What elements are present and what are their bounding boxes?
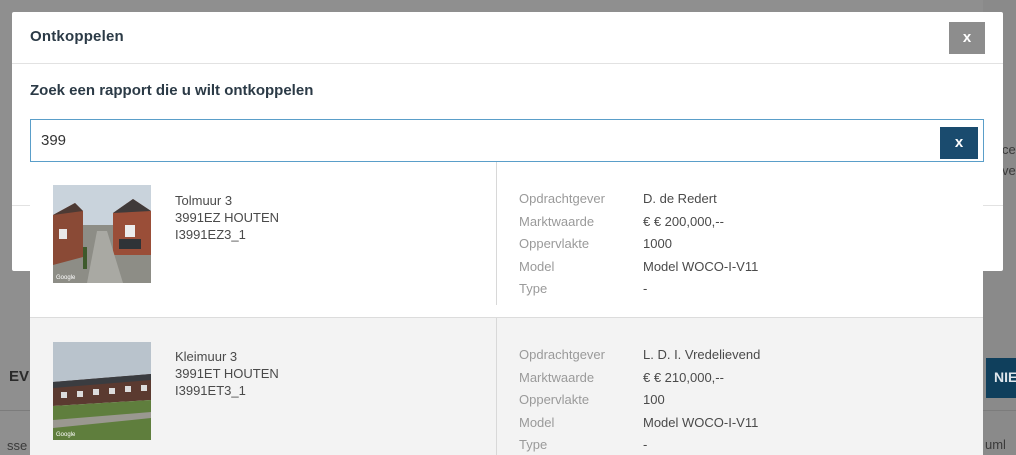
property-photo: Google <box>53 342 151 440</box>
result-item[interactable]: Google Tolmuur 3 3991EZ HOUTEN I3991EZ3_… <box>30 162 983 318</box>
result-details: Opdrachtgever D. de Redert Marktwaarde € €… <box>519 188 758 301</box>
background-text: sse <box>7 438 28 453</box>
background-new-button: NIE <box>986 358 1016 398</box>
area-label: Oppervlakte <box>519 392 590 407</box>
model-value: Model WOCO-I-V11 <box>643 258 759 274</box>
result-city: 3991EZ HOUTEN <box>175 210 280 225</box>
google-watermark: Google <box>56 275 76 281</box>
report-search-box: x <box>30 119 984 162</box>
model-label: Model <box>519 258 555 274</box>
result-details: Opdrachtgever L. D. I. Vredelievend Markt… <box>519 344 760 455</box>
result-divider <box>496 162 497 305</box>
search-results-list: Google Tolmuur 3 3991EZ HOUTEN I3991EZ3_… <box>30 162 983 455</box>
dialog-subtitle: Zoek een rapport die u wilt ontkoppelen <box>30 82 314 99</box>
market-value-label: Marktwaarde <box>519 213 595 229</box>
background-text: ve <box>1002 163 1016 178</box>
type-value: - <box>643 281 648 296</box>
result-address: Kleimuur 3 3991ET HOUTEN I3991ET3_1 <box>175 348 279 399</box>
result-city: 3991ET HOUTEN <box>175 366 279 381</box>
dialog-title: Ontkoppelen <box>30 28 124 45</box>
google-watermark: Google <box>56 432 76 438</box>
model-label: Model <box>519 414 555 430</box>
result-divider <box>496 318 497 455</box>
background-text: ce <box>1002 142 1016 157</box>
market-value: € € 200,000,-- <box>643 213 724 229</box>
result-street: Kleimuur 3 <box>175 349 238 364</box>
result-code: I3991EZ3_1 <box>175 227 246 242</box>
area-value: 1000 <box>643 236 672 251</box>
area-label: Oppervlakte <box>519 236 590 251</box>
result-street: Tolmuur 3 <box>175 193 233 208</box>
client-value: D. de Redert <box>643 191 717 206</box>
background-text: uml <box>985 437 1006 452</box>
background-heading: EV <box>9 368 30 385</box>
market-value: € € 210,000,-- <box>643 369 724 385</box>
market-value-label: Marktwaarde <box>519 369 595 385</box>
client-label: Opdrachtgever <box>519 347 605 362</box>
close-button[interactable]: x <box>949 22 985 54</box>
type-label: Type <box>519 437 548 452</box>
dialog-header: Ontkoppelen x <box>12 12 1003 64</box>
client-value: L. D. I. Vredelievend <box>643 347 761 362</box>
result-address: Tolmuur 3 3991EZ HOUTEN I3991EZ3_1 <box>175 192 279 243</box>
type-label: Type <box>519 281 548 296</box>
type-value: - <box>643 437 648 452</box>
area-value: 100 <box>643 392 665 407</box>
clear-search-button[interactable]: x <box>940 127 978 159</box>
client-label: Opdrachtgever <box>519 191 605 206</box>
property-photo: Google <box>53 185 151 283</box>
model-value: Model WOCO-I-V11 <box>643 414 759 430</box>
result-item[interactable]: Google Kleimuur 3 3991ET HOUTEN I3991ET3… <box>30 318 983 455</box>
result-code: I3991ET3_1 <box>175 383 246 398</box>
report-search-input[interactable] <box>31 120 931 161</box>
